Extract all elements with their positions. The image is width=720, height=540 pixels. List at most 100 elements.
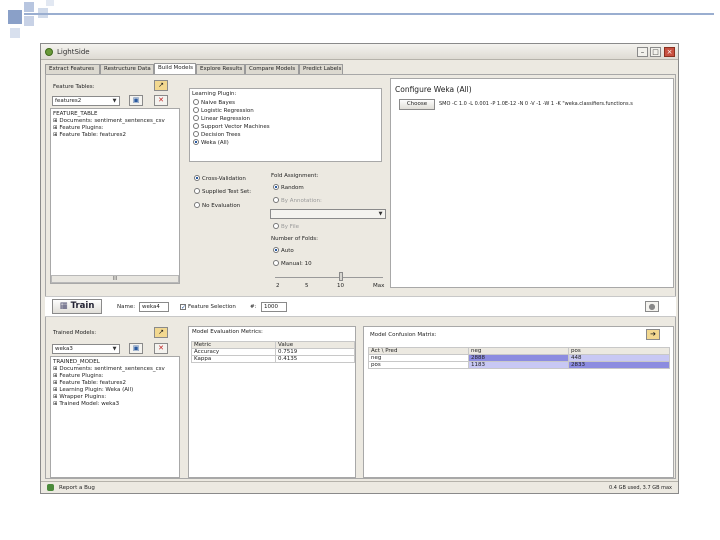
table-row[interactable]: neg 2888 448 [368,354,670,362]
tab-restructure-data[interactable]: Restructure Data [100,64,154,74]
chevron-down-icon: ▼ [378,211,383,217]
minimize-button[interactable]: – [637,47,648,57]
model-name-input[interactable]: weka4 [139,302,169,312]
app-window: LightSide – □ × Extract Features Restruc… [40,43,679,494]
trained-model-selected: weka3 [55,346,73,352]
tab-compare-models[interactable]: Compare Models [245,64,299,74]
slider-tick: 2 [276,283,280,289]
tree-node[interactable]: ⊞ Feature Table: features2 [53,380,165,387]
train-button[interactable]: ▦ Train [52,299,102,314]
column-header[interactable]: pos [568,347,670,355]
tab-extract-features[interactable]: Extract Features [45,64,100,74]
export-matrix-button[interactable]: ➔ [646,329,660,340]
chevron-down-icon: ▼ [112,98,117,104]
eval-metrics-table: Metric Value Accuracy 0.7519 Kappa 0.413… [191,341,355,363]
title-bar: LightSide – □ × [41,44,678,60]
report-bug-link[interactable]: Report a Bug [59,485,95,491]
decor-square [46,0,54,6]
radio-logistic-regression[interactable]: Logistic Regression [193,107,254,115]
row-label: pos [368,361,469,369]
row-label: neg [368,354,469,362]
radio-linear-regression[interactable]: Linear Regression [193,115,250,123]
feature-tables-label: Feature Tables: [53,84,95,90]
radio-naive-bayes[interactable]: Naive Bayes [193,99,235,107]
choose-classifier-button[interactable]: Choose [399,99,435,110]
radio-fold-random[interactable]: Random [273,184,304,192]
radio-folds-manual[interactable]: Manual: 10 [273,260,312,268]
radio-svm[interactable]: Support Vector Machines [193,123,270,131]
feature-selection-checkbox[interactable]: ✓ Feature Selection [180,304,236,311]
maximize-button[interactable]: □ [650,47,661,57]
delete-feature-table-button[interactable]: ✕ [154,95,168,106]
radio-fold-by-annotation[interactable]: By Annotation: [273,197,322,205]
decor-line [24,13,714,15]
feature-table-select[interactable]: features2 ▼ [52,96,120,106]
radio-no-evaluation[interactable]: No Evaluation [194,202,240,210]
radio-cross-validation[interactable]: Cross-Validation [194,175,246,183]
trained-model-select[interactable]: weka3 ▼ [52,344,120,354]
feature-table-selected: features2 [55,98,82,104]
tree-node[interactable]: ⊞ Feature Table: features2 [53,132,165,139]
metric-name: Kappa [191,355,276,363]
radio-folds-auto[interactable]: Auto [273,247,294,255]
trained-models-label: Trained Models: [53,330,97,336]
save-model-button[interactable]: ▣ [129,343,143,354]
num-folds-label: Number of Folds: [271,236,318,242]
decor-square [24,2,34,12]
tree-node[interactable]: ⊞ Learning Plugin: Weka (All) [53,387,165,394]
trained-model-tree: TRAINED_MODEL ⊞ Documents: sentiment_sen… [50,356,180,478]
column-header[interactable]: neg [468,347,569,355]
delete-model-button[interactable]: ✕ [154,343,168,354]
annotation-select[interactable]: ▼ [270,209,386,219]
fold-assignment-label: Fold Assignment: [271,173,319,179]
model-name-label: Name: [117,304,136,310]
bug-icon [47,484,54,491]
tree-node[interactable]: ⊞ Feature Plugins: [53,125,165,132]
tab-explore-results[interactable]: Explore Results [196,64,245,74]
status-bar: Report a Bug 0.4 GB used, 3.7 GB max [41,481,678,493]
matrix-cell: 448 [568,354,670,362]
tree-node[interactable]: ⊞ Documents: sentiment_sentences_csv [53,366,165,373]
configure-title: Configure Weka (All) [395,85,472,94]
column-header[interactable]: Metric [191,341,276,349]
open-feature-table-button[interactable]: ↗ [154,80,168,91]
open-model-button[interactable]: ↗ [154,327,168,338]
table-row[interactable]: pos 1183 2833 [368,361,670,369]
radio-decision-trees[interactable]: Decision Trees [193,131,241,139]
tab-predict-labels[interactable]: Predict Labels [299,64,343,74]
folds-slider-thumb[interactable] [339,272,343,281]
stop-button[interactable]: ● [645,301,659,312]
table-row[interactable]: Kappa 0.4135 [191,355,355,363]
column-header[interactable]: Value [275,341,355,349]
column-header[interactable]: Act \ Pred [368,347,469,355]
learning-plugin-list: Learning Plugin: Naive Bayes Logistic Re… [189,88,382,162]
decor-square [10,28,20,38]
confusion-matrix-panel: Model Confusion Matrix: ➔ Act \ Pred neg… [363,326,674,478]
tree-node[interactable]: ⊞ Documents: sentiment_sentences_csv [53,118,165,125]
eval-metrics-panel: Model Evaluation Metrics: Metric Value A… [188,326,356,478]
num-features-input[interactable]: 1000 [261,302,287,312]
matrix-cell: 2833 [568,361,670,369]
matrix-cell: 1183 [468,361,569,369]
radio-fold-by-file[interactable]: By File [273,223,299,231]
configure-panel: Configure Weka (All) Choose SMO -C 1.0 -… [390,78,674,288]
tree-node[interactable]: ⊞ Trained Model: weka3 [53,401,165,408]
tree-node[interactable]: ⊞ Wrapper Plugins: [53,394,165,401]
radio-weka-all[interactable]: Weka (All) [193,139,229,147]
folds-slider-track[interactable] [275,277,383,278]
slider-tick: 10 [337,283,344,289]
tree-root: TRAINED_MODEL [53,359,100,365]
radio-supplied-test-set[interactable]: Supplied Test Set: [194,188,251,196]
window-title: LightSide [57,48,90,56]
tree-node[interactable]: ⊞ Feature Plugins: [53,373,165,380]
learning-plugin-label: Learning Plugin: [192,91,237,97]
metric-name: Accuracy [191,348,276,356]
tab-build-models[interactable]: Build Models [154,63,196,74]
horizontal-scrollbar[interactable]: III [51,275,179,283]
slider-tick: Max [373,283,385,289]
close-button[interactable]: × [664,47,675,57]
save-feature-table-button[interactable]: ▣ [129,95,143,106]
table-row[interactable]: Accuracy 0.7519 [191,348,355,356]
eval-metrics-label: Model Evaluation Metrics: [192,329,263,335]
app-logo-icon [45,48,53,56]
